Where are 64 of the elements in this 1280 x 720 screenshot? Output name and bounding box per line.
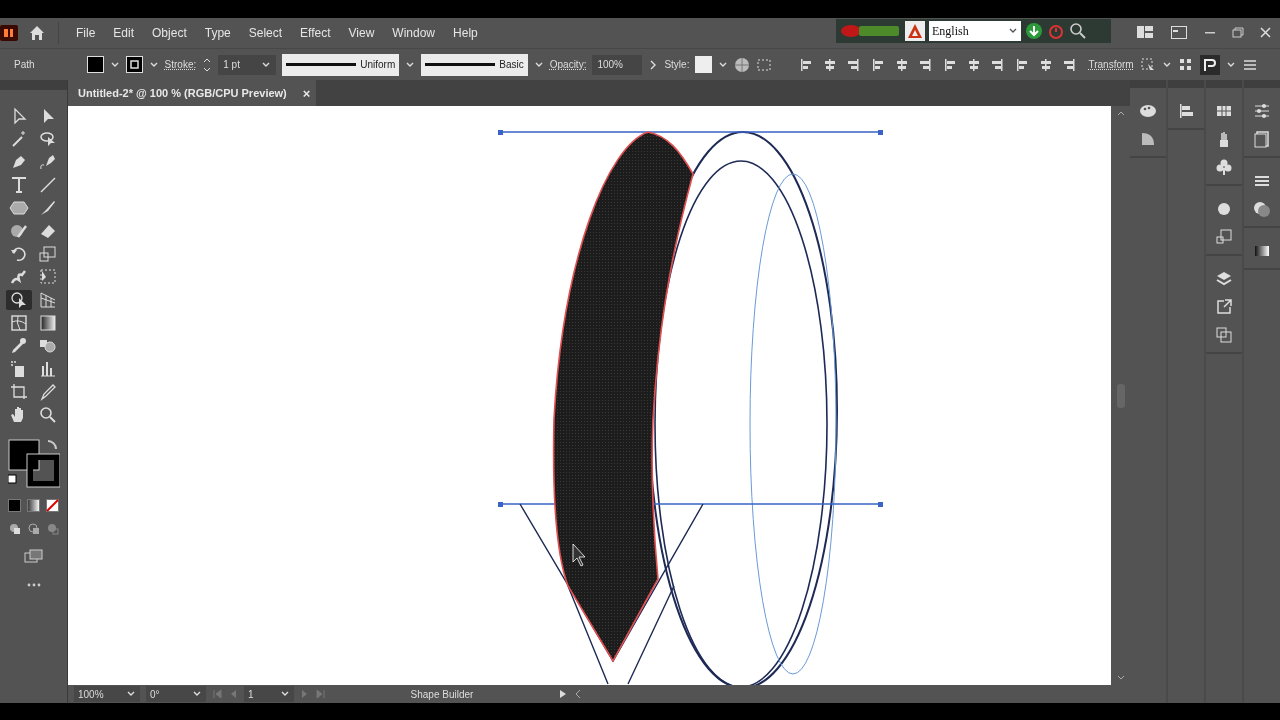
acrobat-icon[interactable] xyxy=(905,21,925,41)
more-icon[interactable] xyxy=(26,583,41,587)
workspace-icon[interactable] xyxy=(1170,24,1188,42)
club-icon[interactable] xyxy=(1215,158,1233,176)
menu-item[interactable]: Object xyxy=(143,21,196,45)
draw-normal-icon[interactable] xyxy=(8,522,21,535)
scroll-down-icon[interactable] xyxy=(1116,675,1125,681)
stroke-swatch-icon[interactable] xyxy=(125,56,143,73)
layers-icon[interactable] xyxy=(1215,270,1233,288)
stroke-label[interactable]: Stroke: xyxy=(164,59,197,70)
draw-behind-icon[interactable] xyxy=(27,522,40,535)
menu-item[interactable]: Effect xyxy=(291,21,340,45)
screen-mode-icon[interactable] xyxy=(23,549,44,563)
align-panel-icon[interactable] xyxy=(1177,102,1195,120)
variable-width-dropdown[interactable]: Uniform xyxy=(282,53,400,76)
libraries-icon[interactable] xyxy=(1253,130,1271,148)
style-label: Style: xyxy=(664,59,690,70)
brush-dropdown[interactable]: Basic xyxy=(421,53,528,76)
document-tab[interactable]: Untitled-2* @ 100 % (RGB/CPU Preview) × xyxy=(68,80,317,106)
filled-shape[interactable] xyxy=(552,131,694,662)
stroke-line-icon xyxy=(425,62,496,67)
menu-item[interactable]: File xyxy=(67,21,105,45)
opacity-field[interactable]: 100% xyxy=(592,54,643,75)
menu-item[interactable]: Select xyxy=(239,21,292,45)
panel-toggle-icon[interactable] xyxy=(1199,54,1220,75)
menu-item[interactable]: Window xyxy=(383,21,445,45)
transform-link[interactable]: Transform xyxy=(1088,59,1134,70)
fill-swatch-icon[interactable] xyxy=(86,56,104,73)
export-icon[interactable] xyxy=(1215,298,1233,316)
rotation-field[interactable]: 0° xyxy=(146,686,206,702)
transparency-icon[interactable] xyxy=(1253,200,1271,218)
artboard-field[interactable]: 1 xyxy=(244,686,294,702)
menu-item[interactable]: Help xyxy=(444,21,487,45)
stroke-line-icon xyxy=(286,62,357,67)
cursor-icon xyxy=(572,543,586,567)
play-icon[interactable] xyxy=(558,689,568,699)
isolate-icon[interactable] xyxy=(1177,56,1194,73)
properties-icon[interactable] xyxy=(1253,102,1271,120)
language-dropdown[interactable]: English xyxy=(929,21,1021,41)
opacity-label[interactable]: Opacity: xyxy=(549,59,587,70)
artboards-icon[interactable] xyxy=(1215,326,1233,344)
menu-item[interactable]: Type xyxy=(195,21,240,45)
color-mode-icon[interactable] xyxy=(8,499,21,512)
tab-close-button[interactable]: × xyxy=(302,85,311,101)
search-icon[interactable] xyxy=(1069,22,1087,40)
scroll-up-icon[interactable] xyxy=(1116,110,1125,116)
select-similar-icon[interactable] xyxy=(1139,56,1156,73)
gradient-swatch-icon[interactable] xyxy=(1139,130,1157,148)
fill-stroke-swatches-icon[interactable] xyxy=(7,439,60,489)
app-logo-icon[interactable] xyxy=(0,25,18,41)
none-swatch-icon[interactable] xyxy=(46,499,59,512)
globe-grid-icon[interactable] xyxy=(734,56,751,73)
gradient-mode-icon[interactable] xyxy=(27,499,40,512)
menu-item[interactable]: Edit xyxy=(104,21,144,45)
current-tool-label: Shape Builder xyxy=(410,688,474,700)
menu-item[interactable]: View xyxy=(339,21,384,45)
style-swatch-icon[interactable] xyxy=(695,56,713,73)
transform-panel-icon[interactable] xyxy=(1215,228,1233,246)
stroke-weight-field[interactable]: 1 pt xyxy=(218,54,277,75)
home-icon[interactable] xyxy=(28,24,46,42)
selection-type-label: Path xyxy=(14,59,35,70)
spinner-icon[interactable] xyxy=(202,56,213,73)
zoom-field[interactable]: 100% xyxy=(74,686,140,702)
shape-builder-icon[interactable] xyxy=(6,290,32,310)
